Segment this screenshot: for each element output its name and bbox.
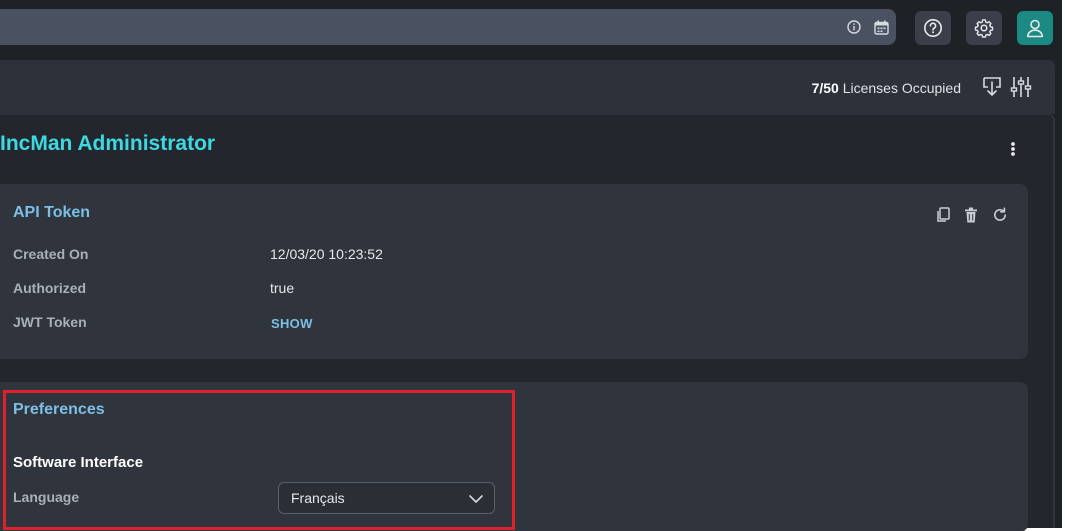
licenses-indicator: 7/50 Licenses Occupied xyxy=(812,80,961,96)
copy-icon[interactable] xyxy=(934,206,952,224)
refresh-icon[interactable] xyxy=(991,206,1009,224)
api-token-title: API Token xyxy=(13,204,91,221)
calendar-icon[interactable] xyxy=(872,18,890,36)
authorized-value: true xyxy=(270,280,295,296)
help-button[interactable] xyxy=(915,11,951,45)
info-circle-icon[interactable] xyxy=(845,18,863,36)
header-strip: 7/50 Licenses Occupied xyxy=(0,60,1055,114)
highlight-box xyxy=(3,390,515,530)
licenses-count: 7/50 xyxy=(811,80,839,96)
show-jwt-token-link[interactable]: SHOW xyxy=(271,316,313,331)
user-icon xyxy=(1025,18,1045,38)
settings-button[interactable] xyxy=(966,11,1002,45)
download-icon[interactable] xyxy=(979,74,1005,100)
sliders-icon[interactable] xyxy=(1008,74,1034,100)
api-token-card xyxy=(0,184,1028,359)
page-title: IncMan Administrator xyxy=(0,132,216,155)
kebab-menu-icon[interactable] xyxy=(1003,138,1023,160)
created-on-label: Created On xyxy=(13,246,89,262)
jwt-token-label: JWT Token xyxy=(13,314,87,330)
trash-icon[interactable] xyxy=(962,206,980,224)
licenses-text: Licenses Occupied xyxy=(842,80,961,96)
authorized-label: Authorized xyxy=(13,280,87,296)
created-on-value: 12/03/20 10:23:52 xyxy=(270,246,383,262)
help-circle-icon xyxy=(923,18,943,38)
search-bar[interactable] xyxy=(0,9,896,45)
gear-icon xyxy=(974,18,994,38)
user-profile-button[interactable] xyxy=(1017,11,1053,45)
